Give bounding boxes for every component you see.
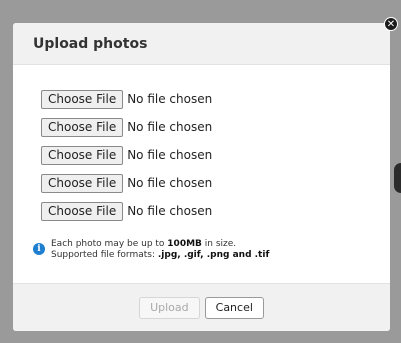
- file-status-text: No file chosen: [127, 92, 213, 106]
- upload-info: i Each photo may be up to 100MB in size.…: [33, 239, 269, 261]
- dialog-title: Upload photos: [33, 35, 148, 52]
- formats-line: Supported file formats: .jpg, .gif, .png…: [51, 250, 269, 261]
- choose-file-button[interactable]: Choose File: [41, 201, 124, 221]
- formats-value: .jpg, .gif, .png and .tif: [157, 250, 270, 260]
- file-status-text: No file chosen: [127, 176, 213, 190]
- size-limit-value: 100MB: [167, 239, 202, 249]
- formats-prefix: Supported file formats:: [51, 250, 158, 260]
- file-status-text: No file chosen: [127, 148, 213, 162]
- size-limit-suffix: in size.: [201, 239, 237, 249]
- close-icon[interactable]: ✕: [384, 17, 398, 31]
- upload-photos-dialog: Upload photos Choose File No file chosen…: [13, 23, 390, 331]
- upload-button[interactable]: Upload: [139, 296, 200, 319]
- file-status-text: No file chosen: [127, 204, 213, 218]
- file-input-list: Choose File No file chosen Choose File N…: [41, 85, 212, 225]
- dialog-footer: Upload Cancel: [13, 283, 390, 331]
- choose-file-button[interactable]: Choose File: [41, 145, 124, 165]
- file-input-row: Choose File No file chosen: [41, 113, 212, 141]
- info-icon: i: [33, 243, 45, 255]
- file-input-row: Choose File No file chosen: [41, 197, 212, 225]
- upload-info-text: Each photo may be up to 100MB in size. S…: [51, 239, 269, 261]
- choose-file-button[interactable]: Choose File: [41, 117, 124, 137]
- file-input-row: Choose File No file chosen: [41, 85, 212, 113]
- file-input-row: Choose File No file chosen: [41, 169, 212, 197]
- file-status-text: No file chosen: [127, 120, 213, 134]
- size-limit-prefix: Each photo may be up to: [51, 239, 168, 249]
- file-input-row: Choose File No file chosen: [41, 141, 212, 169]
- cancel-button[interactable]: Cancel: [204, 296, 264, 319]
- choose-file-button[interactable]: Choose File: [41, 173, 124, 193]
- dialog-header: Upload photos: [13, 23, 390, 65]
- background-side-tab: [394, 163, 401, 193]
- choose-file-button[interactable]: Choose File: [41, 89, 124, 109]
- size-limit-line: Each photo may be up to 100MB in size.: [51, 239, 269, 250]
